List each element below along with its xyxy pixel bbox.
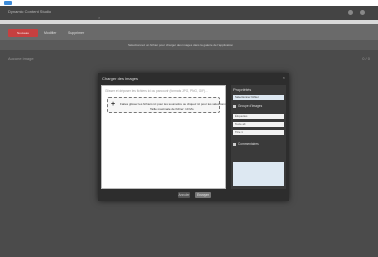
upload-hint: Glisser et déposer les fichiers ici ou p… bbox=[105, 89, 208, 93]
properties-panel: Propriétés Sélectionner fichier Groupe d… bbox=[231, 85, 286, 189]
toolbar bbox=[0, 24, 378, 40]
dropzone-size-limit: Taille maximale de fichier: 10 Mo bbox=[150, 107, 194, 111]
app-logo bbox=[4, 1, 12, 5]
submit-button[interactable]: Envoyer bbox=[195, 192, 211, 198]
info-bar: Sélectionnez un fichier pour charger des… bbox=[0, 40, 378, 50]
alt-text-input[interactable]: Texte alt bbox=[233, 122, 284, 127]
plus-icon: + bbox=[111, 101, 116, 108]
application-window: Dynamic Content Studio × Nouveau Modifie… bbox=[0, 0, 378, 257]
settings-icon[interactable] bbox=[360, 10, 365, 15]
dialog-title: Charger des images bbox=[102, 76, 139, 81]
heading-select[interactable]: Titre 1 bbox=[233, 130, 284, 135]
comment-icon bbox=[233, 142, 236, 146]
user-icon[interactable] bbox=[348, 10, 353, 15]
item-count: 0 / 0 bbox=[362, 56, 370, 61]
comments-label: Commentaires bbox=[233, 142, 259, 146]
upload-panel: Glisser et déposer les fichiers ici ou p… bbox=[101, 85, 229, 189]
window-title: Dynamic Content Studio bbox=[8, 9, 52, 14]
info-message: Sélectionnez un fichier pour charger des… bbox=[128, 43, 234, 47]
cancel-button[interactable]: Annuler bbox=[178, 192, 190, 198]
folder-icon bbox=[233, 104, 236, 108]
file-select-field[interactable]: Sélectionner fichier bbox=[233, 95, 284, 100]
image-group-text: Groupe d'images bbox=[238, 104, 263, 108]
upload-dialog: Charger des images × Glisser et déposer … bbox=[98, 73, 289, 201]
close-icon[interactable]: × bbox=[98, 15, 100, 20]
delete-button[interactable]: Supprimer bbox=[68, 30, 84, 37]
tags-input[interactable]: Étiquettes bbox=[233, 114, 284, 119]
new-button[interactable]: Nouveau bbox=[8, 29, 38, 37]
dropzone-instructions: Faites glisser les fichiers ici pour les… bbox=[120, 102, 229, 106]
comments-text: Commentaires bbox=[238, 142, 259, 146]
edit-button[interactable]: Modifier bbox=[44, 30, 56, 37]
empty-text: Aucune image bbox=[8, 56, 34, 61]
comments-textarea[interactable] bbox=[233, 162, 284, 186]
image-group-label: Groupe d'images bbox=[233, 104, 262, 108]
title-bar: Dynamic Content Studio × bbox=[0, 6, 378, 20]
dropzone[interactable]: + Faites glisser les fichiers ici pour l… bbox=[107, 97, 229, 113]
properties-title: Propriétés bbox=[233, 87, 252, 92]
dialog-close-icon[interactable]: × bbox=[283, 75, 285, 80]
